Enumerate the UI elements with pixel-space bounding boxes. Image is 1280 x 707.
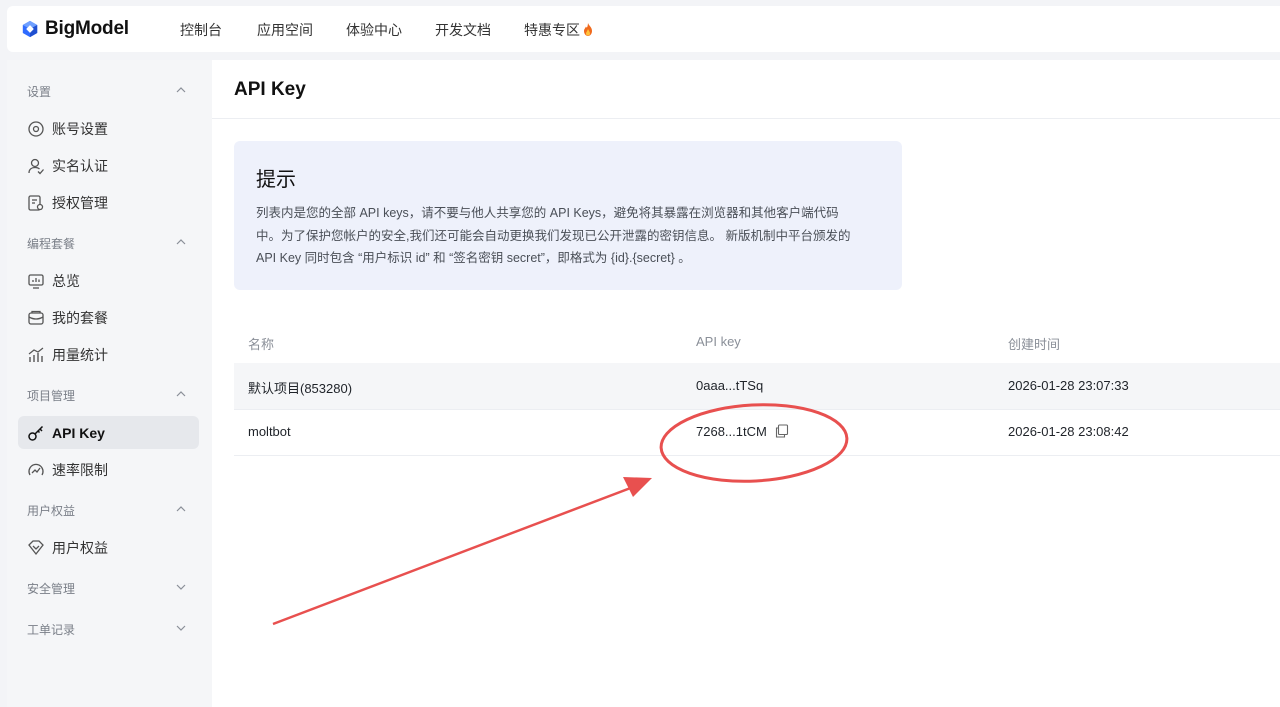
column-header-created-time: 创建时间 [1008,337,1061,352]
nav-special-offers-label: 特惠专区 [524,22,580,38]
column-header-name: 名称 [248,337,275,352]
sidebar: 设置 账号设置 实名认证 授权管理 编程套餐 总览 我的套餐 用量统计 项目管理… [7,60,212,707]
sidebar-item-label: 账号设置 [52,120,108,137]
sidebar-item-authorization[interactable]: 授权管理 [18,186,199,219]
chevron-down-icon [176,625,186,631]
sidebar-group-title: 设置 [27,85,52,99]
nav-experience-center[interactable]: 体验中心 [346,20,402,40]
row-created-time: 2026-01-28 23:08:42 [1008,424,1129,439]
nav-console[interactable]: 控制台 [180,20,222,40]
top-navbar: BigModel 控制台 应用空间 体验中心 开发文档 特惠专区 [7,6,1280,52]
row-name: 默认项目(853280) [248,381,353,396]
row-api-key: 7268...1tCM [696,424,767,439]
row-name: moltbot [248,424,291,439]
chevron-down-icon [176,584,186,590]
header-divider [212,118,1280,119]
sidebar-item-usage-stats[interactable]: 用量统计 [18,338,199,371]
sidebar-item-label: 用量统计 [52,346,108,363]
overview-monitor-icon [28,273,44,289]
sidebar-item-rate-limit[interactable]: 速率限制 [18,453,199,486]
chevron-up-icon [176,391,186,397]
sidebar-group-title: 安全管理 [27,582,76,596]
sidebar-item-label: API Key [52,424,105,441]
nav-special-offers[interactable]: 特惠专区 [524,20,593,40]
usage-chart-icon [28,347,44,362]
tip-box: 提示 列表内是您的全部 API keys，请不要与他人共享您的 API Keys… [234,141,902,290]
sidebar-group-title: 工单记录 [27,623,76,637]
sidebar-item-label: 实名认证 [52,157,108,174]
sidebar-item-label: 授权管理 [52,194,108,211]
sidebar-item-overview[interactable]: 总览 [18,264,199,297]
sidebar-group-user-benefits[interactable]: 用户权益 [27,502,187,522]
sidebar-item-label: 速率限制 [52,461,108,478]
sidebar-item-api-key[interactable]: API Key [18,416,199,449]
sidebar-group-settings[interactable]: 设置 [27,83,187,103]
chevron-up-icon [176,239,186,245]
account-settings-icon [28,120,44,137]
chevron-up-icon [176,506,186,512]
column-header-api-key: API key [696,334,741,349]
sidebar-item-my-package[interactable]: 我的套餐 [18,301,199,334]
sidebar-group-ticket-records[interactable]: 工单记录 [27,621,187,641]
sidebar-item-user-benefits[interactable]: 用户权益 [18,531,199,564]
tip-title: 提示 [256,169,296,191]
benefits-icon [28,539,44,555]
chevron-up-icon [176,87,186,93]
sidebar-group-title: 用户权益 [27,504,76,518]
tip-body: 列表内是您的全部 API keys，请不要与他人共享您的 API Keys，避免… [256,202,886,270]
sidebar-item-label: 我的套餐 [52,309,108,326]
key-icon [28,425,44,441]
sidebar-group-title: 编程套餐 [27,237,76,251]
tip-line: API Key 同时包含 “用户标识 id” 和 “签名密钥 secret”，即… [256,251,691,265]
page-title: API Key [234,79,306,100]
package-icon [28,310,44,325]
sidebar-item-label: 总览 [52,272,80,289]
tip-line: 列表内是您的全部 API keys，请不要与他人共享您的 API Keys，避免… [256,206,839,220]
copy-icon[interactable] [775,424,789,438]
main-content: API Key 提示 列表内是您的全部 API keys，请不要与他人共享您的 … [212,60,1280,707]
bigmodel-logo-icon [22,20,38,38]
tip-line: 中。为了保护您帐户的安全,我们还可能会自动更换我们发现已公开泄露的密钥信息。 新… [256,228,851,243]
sidebar-group-coding-plan[interactable]: 编程套餐 [27,235,187,255]
nav-dev-docs[interactable]: 开发文档 [435,20,491,40]
authorization-icon [28,194,44,211]
user-verify-icon [28,158,44,174]
sidebar-group-security[interactable]: 安全管理 [27,580,187,600]
nav-app-space[interactable]: 应用空间 [257,20,313,40]
row-api-key: 0aaa...tTSq [696,378,764,393]
sidebar-item-real-name-verify[interactable]: 实名认证 [18,149,199,182]
table-row[interactable]: 默认项目(853280) 0aaa...tTSq 2026-01-28 23:0… [234,363,1280,410]
sidebar-item-account-settings[interactable]: 账号设置 [18,112,199,145]
sidebar-group-title: 项目管理 [27,389,76,403]
fire-icon [584,23,592,36]
brand-name: BigModel [45,18,129,39]
brand-logo[interactable]: BigModel [21,18,129,40]
rate-limit-icon [28,463,44,475]
row-created-time: 2026-01-28 23:07:33 [1008,378,1129,393]
sidebar-group-project-management[interactable]: 项目管理 [27,387,187,407]
sidebar-item-label: 用户权益 [52,539,108,556]
table-row[interactable]: moltbot 7268...1tCM 2026-01-28 23:08:42 [234,409,1280,456]
